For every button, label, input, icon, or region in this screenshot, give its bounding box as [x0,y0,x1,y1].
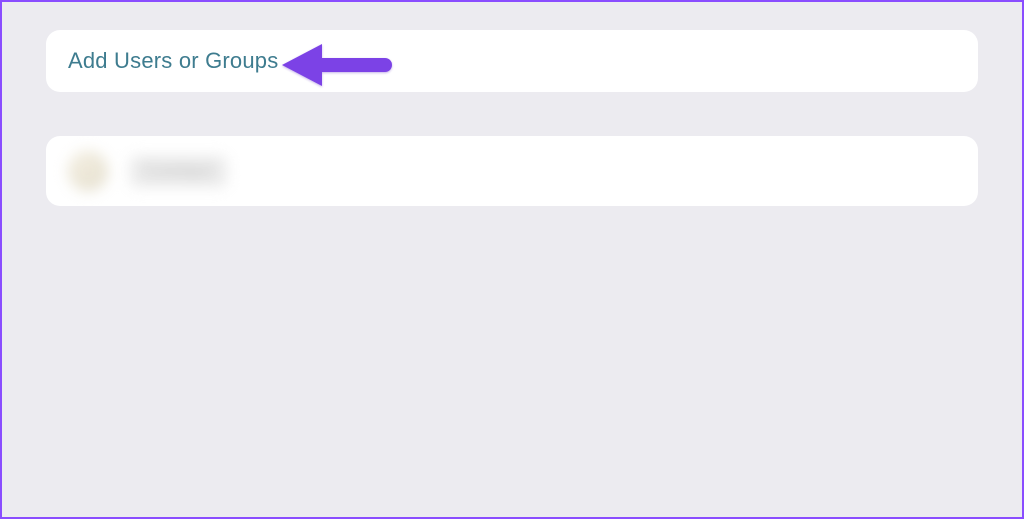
avatar [68,151,108,191]
list-item-label: Contact [130,156,227,187]
list-item[interactable]: Contact [46,137,978,205]
users-list-card: Contact [46,136,978,206]
add-users-card[interactable]: Add Users or Groups [46,30,978,92]
add-users-or-groups-link[interactable]: Add Users or Groups [68,48,278,74]
